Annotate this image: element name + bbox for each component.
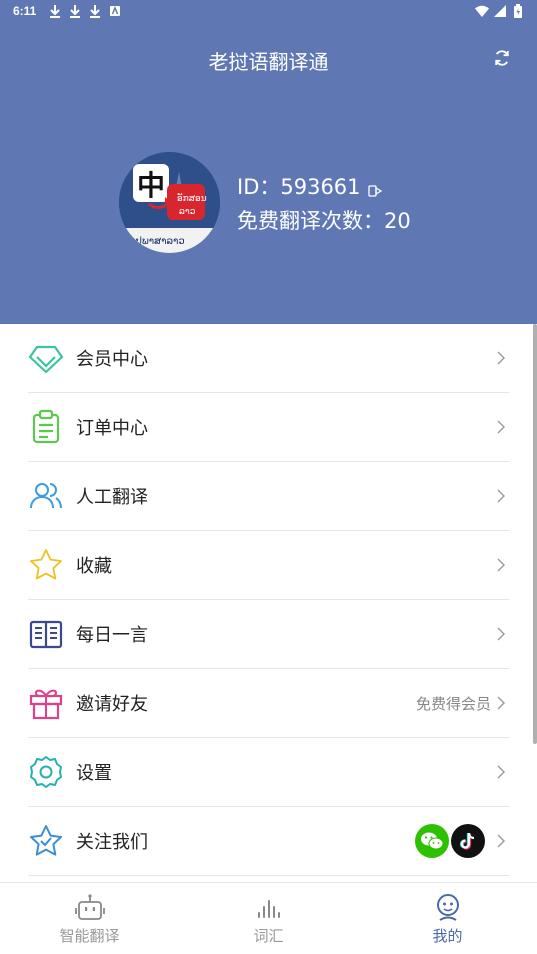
svg-text:ລາວ: ລາວ bbox=[179, 207, 196, 217]
app-notification-icon bbox=[108, 3, 122, 19]
chevron-right-icon bbox=[497, 765, 505, 779]
chevron-right-icon bbox=[497, 627, 505, 641]
status-time: 6:11 bbox=[13, 4, 37, 18]
free-translation-count: 免费翻译次数：20 bbox=[237, 209, 411, 233]
tab-label: 我的 bbox=[432, 927, 463, 945]
tab-vocabulary[interactable]: 词汇 bbox=[179, 883, 358, 954]
refresh-icon[interactable] bbox=[492, 48, 512, 68]
page-title: 老挝语翻译通 bbox=[208, 50, 329, 74]
download-icon bbox=[48, 3, 62, 19]
svg-text:ແປພາສາລາວ: ແປພາສາລາວ bbox=[129, 236, 185, 247]
menu-item-favorites[interactable]: 收藏 bbox=[28, 531, 509, 600]
avatar-char: 中 bbox=[136, 169, 165, 202]
menu-label: 每日一言 bbox=[76, 625, 148, 646]
menu-item-settings[interactable]: 设置 bbox=[28, 738, 509, 807]
users-icon bbox=[28, 478, 64, 514]
copy-icon[interactable] bbox=[367, 180, 383, 197]
chevron-right-icon bbox=[497, 558, 505, 572]
menu-item-orders[interactable]: 订单中心 bbox=[28, 393, 509, 462]
status-bar: 6:11 bbox=[0, 0, 537, 24]
signal-icon bbox=[493, 3, 507, 19]
avatar[interactable]: ອັກສອນ ລາວ ແປພາສາລາວ 中 bbox=[119, 152, 220, 253]
chevron-right-icon bbox=[497, 489, 505, 503]
wechat-icon[interactable] bbox=[415, 824, 449, 858]
menu-item-invite-friends[interactable]: 邀请好友 免费得会员 bbox=[28, 669, 509, 738]
tab-smart-translate[interactable]: 智能翻译 bbox=[0, 883, 179, 954]
download-icon bbox=[88, 3, 102, 19]
download-icon bbox=[68, 3, 82, 19]
menu-label: 会员中心 bbox=[76, 349, 148, 370]
menu-item-human-translation[interactable]: 人工翻译 bbox=[28, 462, 509, 531]
user-id-text: ID：593661 bbox=[237, 175, 361, 199]
scrollbar[interactable] bbox=[533, 324, 537, 744]
battery-icon bbox=[511, 3, 525, 19]
svg-text:ອັກສອນ: ອັກສອນ bbox=[177, 193, 207, 204]
social-links bbox=[415, 824, 485, 858]
invite-reward-text: 免费得会员 bbox=[415, 694, 491, 713]
user-face-icon bbox=[432, 893, 464, 923]
book-icon bbox=[28, 616, 64, 652]
star-icon bbox=[28, 547, 64, 583]
star-check-icon bbox=[28, 823, 64, 859]
bottom-tab-bar: 智能翻译 词汇 我的 bbox=[0, 882, 537, 954]
tab-label: 词汇 bbox=[253, 927, 284, 945]
menu-label: 人工翻译 bbox=[76, 487, 148, 508]
system-icons bbox=[475, 3, 525, 19]
tiktok-icon[interactable] bbox=[451, 824, 485, 858]
wifi-icon bbox=[475, 3, 489, 19]
menu-item-daily-quote[interactable]: 每日一言 bbox=[28, 600, 509, 669]
tab-label: 智能翻译 bbox=[59, 927, 120, 945]
notification-icons bbox=[48, 3, 122, 19]
menu-item-vip[interactable]: 会员中心 bbox=[28, 324, 509, 393]
gear-icon bbox=[28, 754, 64, 790]
user-id: ID：593661 bbox=[237, 171, 383, 201]
tab-mine[interactable]: 我的 bbox=[358, 883, 537, 954]
clipboard-icon bbox=[28, 409, 64, 445]
chevron-right-icon bbox=[497, 696, 505, 710]
bars-icon bbox=[253, 893, 285, 923]
menu-label: 邀请好友 bbox=[76, 694, 148, 715]
chevron-right-icon bbox=[497, 834, 505, 848]
menu-label: 关注我们 bbox=[76, 832, 148, 853]
gift-icon bbox=[28, 685, 64, 721]
menu-item-follow-us[interactable]: 关注我们 bbox=[28, 807, 509, 876]
diamond-icon bbox=[28, 340, 64, 376]
menu-label: 订单中心 bbox=[76, 418, 148, 439]
chevron-right-icon bbox=[497, 351, 505, 365]
chevron-right-icon bbox=[497, 420, 505, 434]
profile-header: 6:11 老挝语翻译通 ອັກສອນ ລາວ ແປພາສາລາວ 中 ID：59… bbox=[0, 0, 537, 324]
robot-icon bbox=[74, 893, 106, 923]
menu-label: 设置 bbox=[76, 763, 112, 784]
menu-label: 收藏 bbox=[76, 556, 112, 577]
settings-menu: 会员中心 订单中心 人工翻译 收藏 每日一言 邀请好友 免费得会员 设置 关注我… bbox=[0, 324, 537, 876]
